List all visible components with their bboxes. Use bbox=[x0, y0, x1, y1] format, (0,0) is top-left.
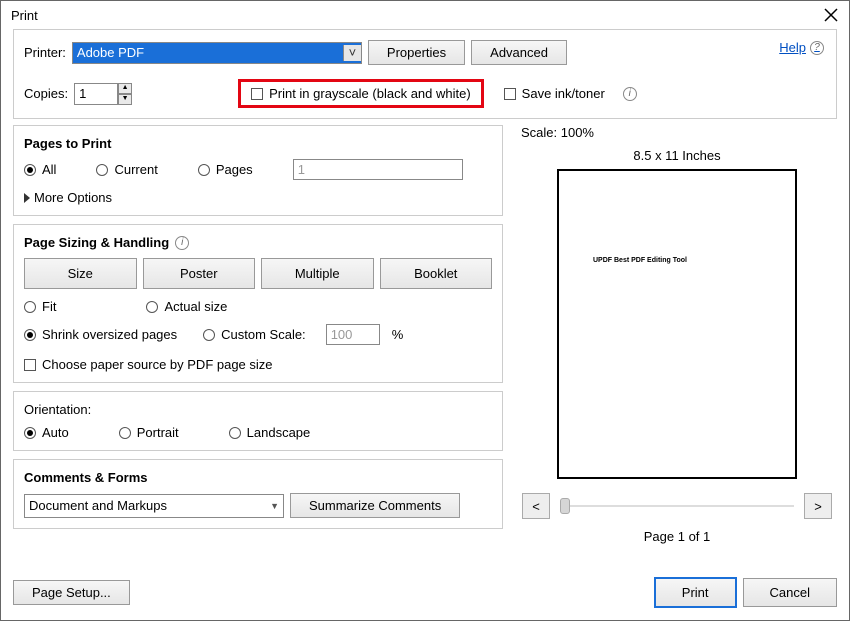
pages-to-print-heading: Pages to Print bbox=[24, 136, 492, 151]
help-info-icon: ? bbox=[810, 41, 824, 55]
radio-portrait[interactable] bbox=[119, 427, 131, 439]
page-indicator: Page 1 of 1 bbox=[644, 529, 711, 544]
multiple-button[interactable]: Multiple bbox=[261, 258, 374, 289]
comments-select[interactable]: Document and Markups ▼ bbox=[24, 494, 284, 518]
grayscale-checkbox[interactable] bbox=[251, 88, 263, 100]
properties-button[interactable]: Properties bbox=[368, 40, 465, 65]
pages-range-input[interactable] bbox=[293, 159, 463, 180]
help-link[interactable]: Help ? bbox=[779, 40, 824, 55]
paper-source-label: Choose paper source by PDF page size bbox=[42, 357, 273, 372]
radio-custom-scale[interactable] bbox=[203, 329, 215, 341]
copies-down[interactable]: ▼ bbox=[118, 94, 132, 105]
triangle-right-icon bbox=[24, 193, 30, 203]
label-portrait: Portrait bbox=[137, 425, 179, 440]
size-button[interactable]: Size bbox=[24, 258, 137, 289]
radio-all[interactable] bbox=[24, 164, 36, 176]
preview-page: UPDF Best PDF Editing Tool bbox=[557, 169, 797, 479]
copies-input[interactable] bbox=[74, 83, 118, 105]
page-setup-button[interactable]: Page Setup... bbox=[13, 580, 130, 605]
more-options-label: More Options bbox=[34, 190, 112, 205]
orientation-heading: Orientation: bbox=[24, 402, 492, 417]
poster-button[interactable]: Poster bbox=[143, 258, 256, 289]
comments-selected: Document and Markups bbox=[29, 498, 167, 513]
custom-scale-input[interactable] bbox=[326, 324, 380, 345]
radio-fit[interactable] bbox=[24, 301, 36, 313]
label-pages: Pages bbox=[216, 162, 253, 177]
radio-pages[interactable] bbox=[198, 164, 210, 176]
radio-auto[interactable] bbox=[24, 427, 36, 439]
page-slider[interactable] bbox=[560, 505, 794, 507]
grayscale-highlight: Print in grayscale (black and white) bbox=[238, 79, 484, 108]
save-ink-checkbox[interactable] bbox=[504, 88, 516, 100]
next-page-button[interactable]: > bbox=[804, 493, 832, 519]
save-ink-label: Save ink/toner bbox=[522, 86, 605, 101]
booklet-button[interactable]: Booklet bbox=[380, 258, 493, 289]
grayscale-label: Print in grayscale (black and white) bbox=[269, 86, 471, 101]
help-label: Help bbox=[779, 40, 806, 55]
orientation-panel: Orientation: Auto Portrait Landscape bbox=[13, 391, 503, 451]
label-auto: Auto bbox=[42, 425, 69, 440]
copies-spinner[interactable]: ▲ ▼ bbox=[74, 83, 132, 105]
dimensions-label: 8.5 x 11 Inches bbox=[633, 148, 720, 163]
printer-select[interactable]: Adobe PDF ˅ bbox=[72, 42, 362, 64]
label-landscape: Landscape bbox=[247, 425, 311, 440]
chevron-down-icon: ▼ bbox=[270, 501, 279, 511]
copies-label: Copies: bbox=[24, 86, 68, 101]
cancel-button[interactable]: Cancel bbox=[743, 578, 837, 607]
label-custom-scale: Custom Scale: bbox=[221, 327, 306, 342]
label-current: Current bbox=[114, 162, 157, 177]
comments-heading: Comments & Forms bbox=[24, 470, 492, 485]
print-button[interactable]: Print bbox=[654, 577, 737, 608]
radio-landscape[interactable] bbox=[229, 427, 241, 439]
comments-panel: Comments & Forms Document and Markups ▼ … bbox=[13, 459, 503, 529]
save-ink-info-icon[interactable]: i bbox=[623, 87, 637, 101]
sizing-info-icon[interactable]: i bbox=[175, 236, 189, 250]
page-sizing-panel: Page Sizing & Handling i Size Poster Mul… bbox=[13, 224, 503, 383]
slider-thumb[interactable] bbox=[560, 498, 570, 514]
chevron-down-icon: ˅ bbox=[343, 45, 361, 61]
more-options-toggle[interactable]: More Options bbox=[24, 190, 492, 205]
radio-current[interactable] bbox=[96, 164, 108, 176]
prev-page-button[interactable]: < bbox=[522, 493, 550, 519]
label-all: All bbox=[42, 162, 56, 177]
copies-up[interactable]: ▲ bbox=[118, 83, 132, 94]
preview-doc-text: UPDF Best PDF Editing Tool bbox=[593, 257, 687, 264]
label-actual: Actual size bbox=[164, 299, 227, 314]
close-icon[interactable] bbox=[823, 7, 839, 23]
label-fit: Fit bbox=[42, 299, 56, 314]
printer-label: Printer: bbox=[24, 45, 66, 60]
pages-to-print-panel: Pages to Print All Current Pages More Op… bbox=[13, 125, 503, 216]
advanced-button[interactable]: Advanced bbox=[471, 40, 567, 65]
page-sizing-heading: Page Sizing & Handling bbox=[24, 235, 169, 250]
radio-shrink[interactable] bbox=[24, 329, 36, 341]
window-title: Print bbox=[11, 8, 38, 23]
percent-label: % bbox=[392, 327, 404, 342]
scale-label: Scale: 100% bbox=[521, 125, 594, 140]
paper-source-checkbox[interactable] bbox=[24, 359, 36, 371]
printer-selected: Adobe PDF bbox=[77, 45, 144, 60]
summarize-comments-button[interactable]: Summarize Comments bbox=[290, 493, 460, 518]
label-shrink: Shrink oversized pages bbox=[42, 327, 177, 342]
radio-actual[interactable] bbox=[146, 301, 158, 313]
